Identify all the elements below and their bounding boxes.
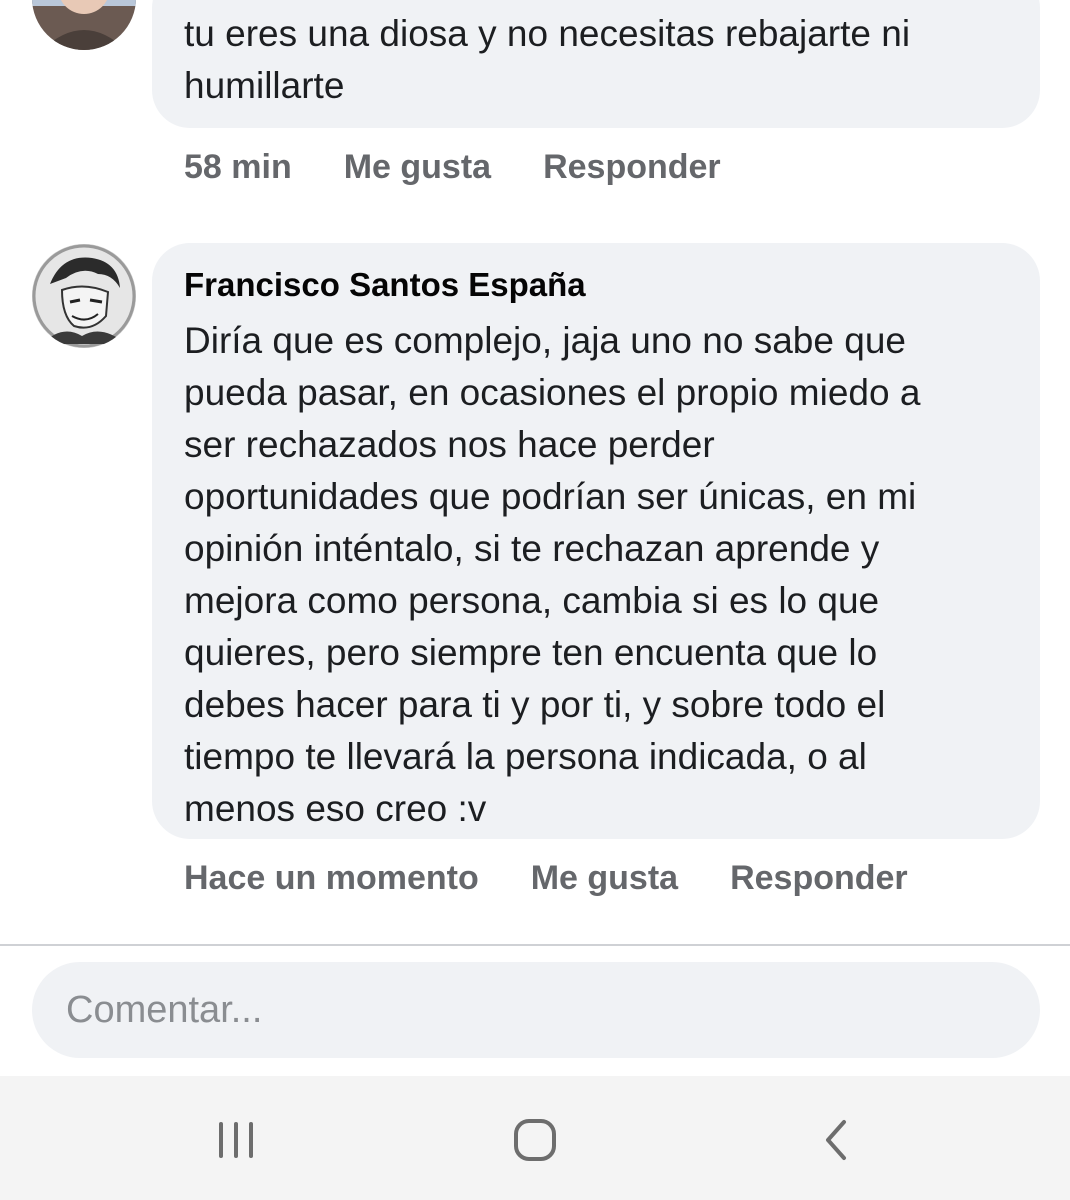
user-photo-icon <box>32 244 136 348</box>
comment-bubble: tu eres una diosa y no necesitas rebajar… <box>152 0 1040 128</box>
back-icon <box>826 1120 846 1160</box>
reply-button[interactable]: Responder <box>730 859 908 898</box>
comment-input[interactable] <box>64 987 1040 1033</box>
recent-apps-button[interactable] <box>206 1112 266 1168</box>
comment-text: tu eres una diosa y no necesitas rebajar… <box>184 13 911 106</box>
comment-text: Diría que es complejo, jaja uno no sabe … <box>184 320 921 829</box>
comment-bubble: Francisco Santos España Diría que es com… <box>152 243 1040 839</box>
divider <box>0 944 1070 946</box>
comment-author[interactable]: Francisco Santos España <box>184 265 1010 305</box>
home-icon <box>514 1119 556 1161</box>
reply-button[interactable]: Responder <box>543 148 721 187</box>
avatar[interactable] <box>32 244 136 348</box>
system-navigation-bar <box>0 1076 1070 1200</box>
comment-timestamp: 58 min <box>184 148 292 186</box>
like-button[interactable]: Me gusta <box>531 859 678 898</box>
user-photo-icon <box>32 0 136 50</box>
comment-actions: Hace un momento Me gusta Responder <box>184 859 908 898</box>
back-button[interactable] <box>806 1112 866 1168</box>
comment-composer[interactable] <box>32 962 1040 1058</box>
home-button[interactable] <box>505 1112 565 1168</box>
recent-apps-icon <box>219 1122 253 1158</box>
comments-screen: tu eres una diosa y no necesitas rebajar… <box>0 0 1070 1200</box>
comment-actions: 58 min Me gusta Responder <box>184 148 721 187</box>
avatar[interactable] <box>32 0 136 50</box>
like-button[interactable]: Me gusta <box>344 148 491 187</box>
comment-timestamp: Hace un momento <box>184 859 479 897</box>
